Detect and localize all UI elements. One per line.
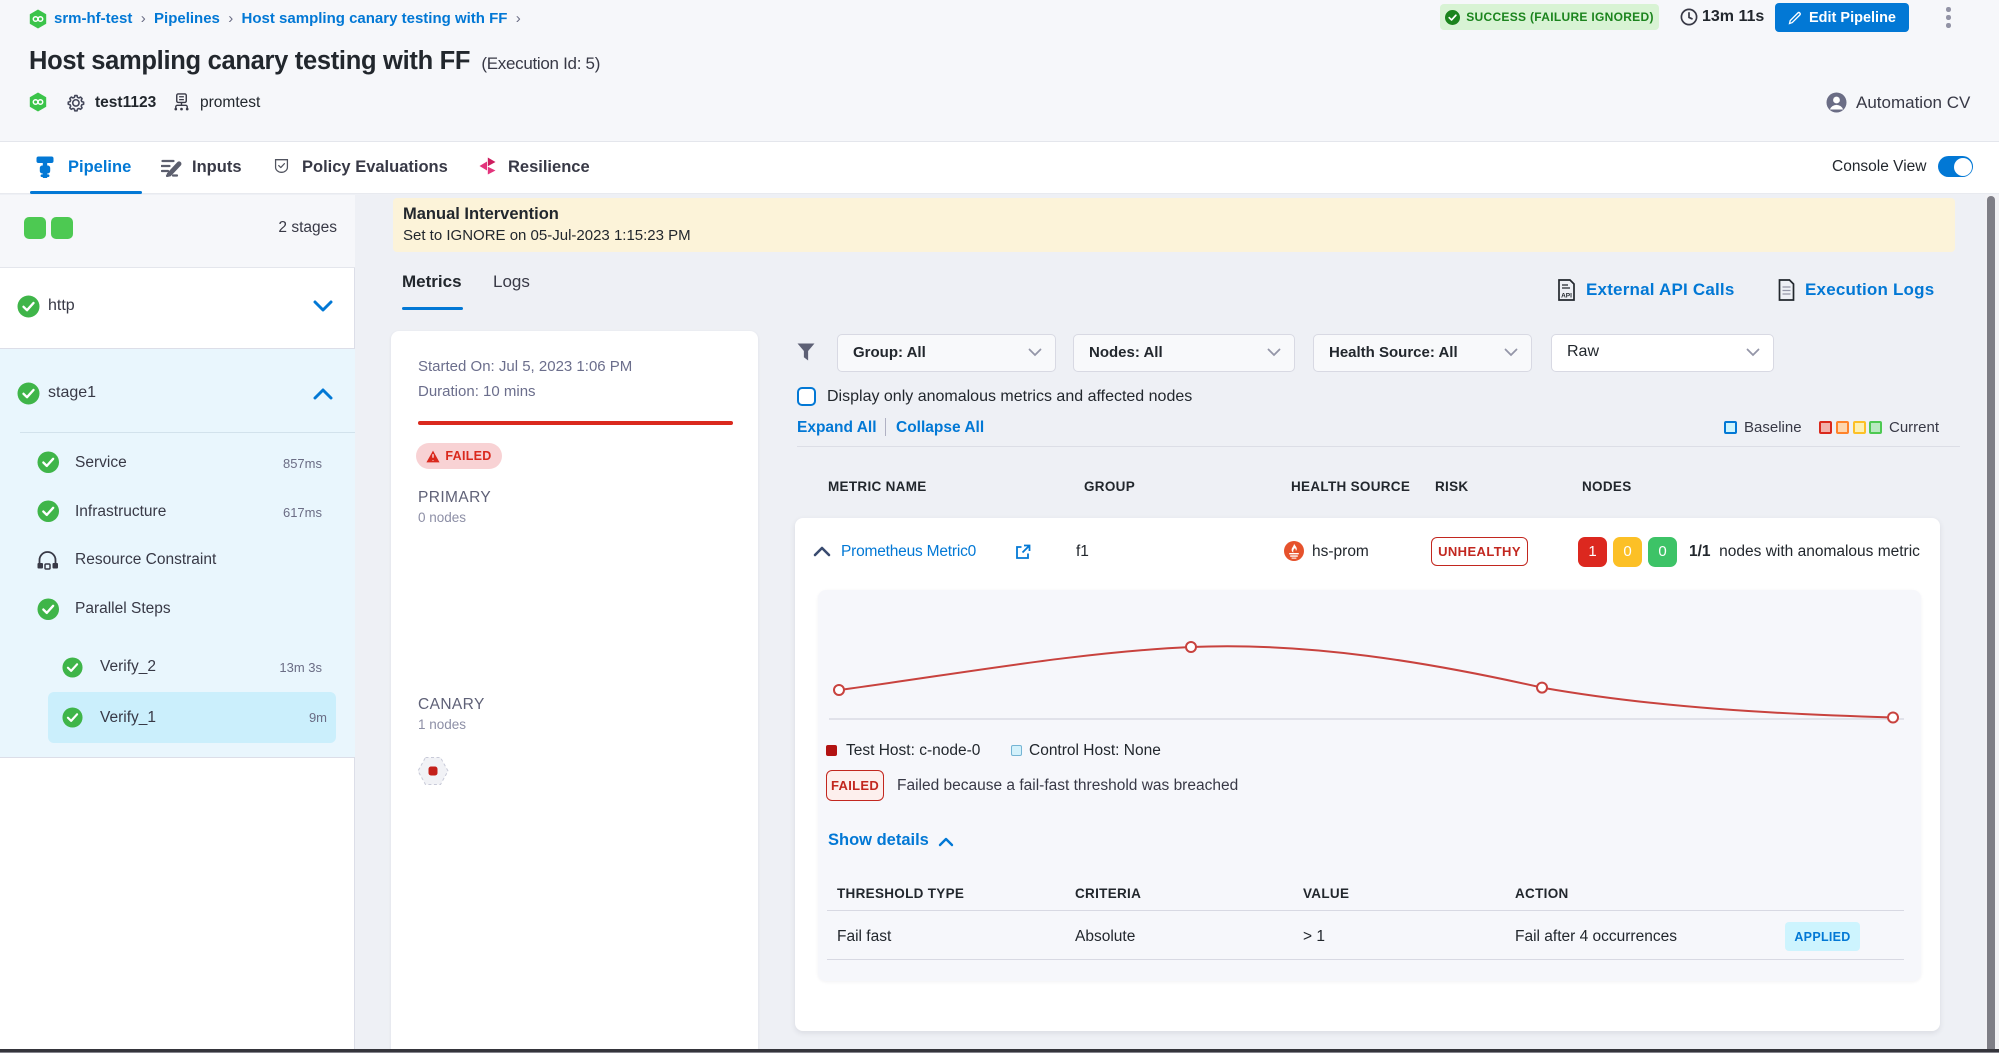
- svg-text:API: API: [1561, 293, 1572, 300]
